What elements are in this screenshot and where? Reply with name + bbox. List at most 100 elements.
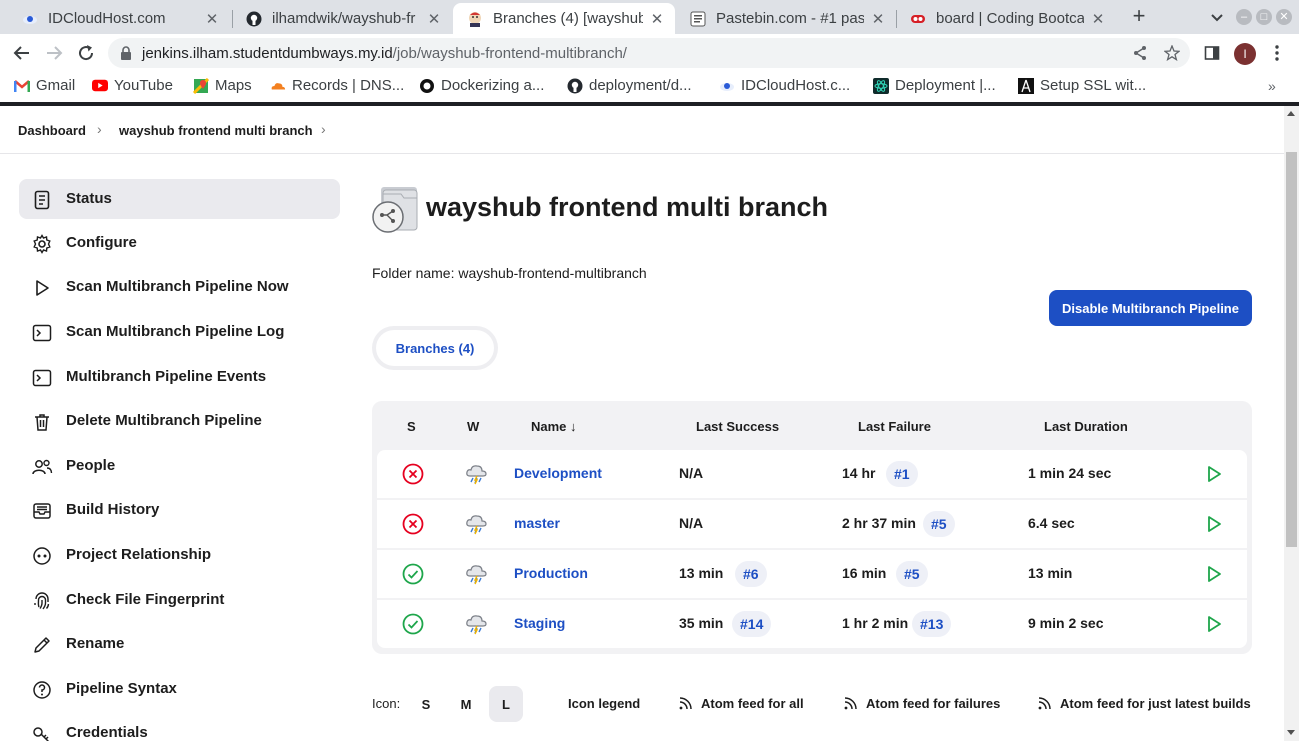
duration-value: 13 min [1028, 565, 1073, 581]
tab-title: IDCloudHost.com [48, 10, 166, 27]
branch-link[interactable]: master [514, 515, 560, 531]
sidebar-item-scan-now[interactable]: Scan Multibranch Pipeline Now [19, 267, 340, 307]
branch-link[interactable]: Development [514, 465, 602, 481]
icon-legend-link[interactable]: Icon legend [568, 696, 640, 711]
reload-icon[interactable] [76, 43, 96, 63]
bookmarks-overflow-button[interactable]: » [1268, 78, 1276, 94]
new-tab-button[interactable]: + [1128, 5, 1150, 28]
build-number-link[interactable]: #5 [896, 561, 928, 587]
lock-icon[interactable] [120, 46, 132, 65]
sidebar-item-status[interactable]: Status [19, 179, 340, 219]
sidebar-item-build-history[interactable]: Build History [19, 490, 340, 530]
bookmark-idcloudhost[interactable]: IDCloudHost.c... [719, 77, 850, 94]
github-icon [246, 11, 262, 27]
page-scrollbar[interactable] [1284, 106, 1299, 741]
back-arrow-icon[interactable] [12, 43, 32, 63]
last-success-value: 13 min [679, 565, 724, 581]
breadcrumb-separator[interactable]: › [321, 121, 326, 137]
scroll-down-arrow[interactable] [1287, 730, 1295, 735]
bookmark-deployment-react[interactable]: Deployment |... [873, 77, 996, 94]
build-number-link[interactable]: #14 [732, 611, 772, 637]
sidebar-item-scan-log[interactable]: Scan Multibranch Pipeline Log [19, 312, 340, 352]
column-header-name[interactable]: Name ↓ [531, 419, 577, 434]
column-header-weather[interactable]: W [467, 419, 479, 434]
build-number-link[interactable]: #1 [886, 461, 918, 487]
branch-link[interactable]: Staging [514, 615, 565, 631]
bookmark-gmail[interactable]: Gmail [14, 77, 75, 94]
last-failure-value: 16 min [842, 565, 887, 581]
sidebar-item-fingerprint[interactable]: Check File Fingerprint [19, 580, 340, 620]
atom-feed-latest-link[interactable]: Atom feed for just latest builds [1037, 696, 1251, 711]
tab-search-icon[interactable] [1208, 8, 1226, 26]
bookmark-star-icon[interactable] [1163, 44, 1181, 62]
browser-tab-pastebin[interactable]: Pastebin.com - #1 past ✕ [676, 3, 896, 34]
close-tab-icon[interactable]: ✕ [1090, 10, 1106, 28]
browser-tab-dumbways[interactable]: board | Coding Bootcar ✕ [896, 3, 1116, 34]
sidebar-item-label: Rename [66, 635, 125, 652]
branch-link[interactable]: Production [514, 565, 588, 581]
sidebar-item-project-relationship[interactable]: Project Relationship [19, 535, 340, 575]
breadcrumb-dashboard[interactable]: Dashboard [18, 123, 86, 138]
sidebar-item-label: Build History [66, 501, 160, 518]
column-header-last-duration[interactable]: Last Duration [1044, 419, 1128, 434]
icon-size-large-button[interactable]: L [489, 686, 523, 722]
bookmark-dockerizing[interactable]: Dockerizing a... [419, 77, 544, 94]
close-window-button[interactable]: ✕ [1276, 9, 1292, 25]
inbox-icon [31, 500, 53, 522]
close-tab-icon[interactable]: ✕ [870, 10, 886, 28]
sidebar-item-events[interactable]: Multibranch Pipeline Events [19, 357, 340, 397]
maximize-window-button[interactable]: □ [1256, 9, 1272, 25]
address-bar[interactable]: jenkins.ilham.studentdumbways.my.id/job/… [108, 38, 1190, 68]
atom-feed-all-link[interactable]: Atom feed for all [678, 696, 804, 711]
column-header-last-failure[interactable]: Last Failure [858, 419, 931, 434]
bookmark-deployment-github[interactable]: deployment/d... [567, 77, 692, 94]
more-menu-icon[interactable] [1267, 43, 1287, 63]
build-number-link[interactable]: #5 [923, 511, 955, 537]
scrollbar-thumb[interactable] [1286, 152, 1297, 547]
react-icon [873, 77, 889, 94]
help-icon [31, 679, 53, 701]
last-failure-value: 14 hr [842, 465, 876, 481]
schedule-build-play-icon[interactable] [1204, 514, 1224, 534]
rss-icon [679, 697, 692, 710]
scroll-up-arrow[interactable] [1287, 111, 1295, 116]
bookmark-cloudflare[interactable]: Records | DNS... [270, 77, 404, 94]
sidebar-item-rename[interactable]: Rename [19, 624, 340, 664]
schedule-build-play-icon[interactable] [1204, 614, 1224, 634]
close-tab-icon[interactable]: ✕ [649, 10, 665, 28]
sidebar-item-label: Check File Fingerprint [66, 591, 225, 608]
browser-tab-github[interactable]: ilhamdwik/wayshub-fr ✕ [232, 3, 452, 34]
build-number-link[interactable]: #13 [912, 611, 952, 637]
browser-tab-jenkins[interactable]: Branches (4) [wayshub ✕ [453, 3, 675, 34]
disable-pipeline-button[interactable]: Disable Multibranch Pipeline [1049, 290, 1252, 326]
column-header-status[interactable]: S [407, 419, 416, 434]
close-tab-icon[interactable]: ✕ [426, 10, 442, 28]
sidebar-item-pipeline-syntax[interactable]: Pipeline Syntax [19, 669, 340, 709]
tab-branches[interactable]: Branches (4) [376, 330, 494, 366]
schedule-build-play-icon[interactable] [1204, 464, 1224, 484]
icon-size-small-button[interactable]: S [409, 686, 443, 722]
sidebar-item-people[interactable]: People [19, 446, 340, 486]
share-icon[interactable] [1132, 45, 1148, 61]
bookmark-maps[interactable]: Maps [193, 77, 252, 94]
bookmark-setup-ssl[interactable]: Setup SSL wit... [1018, 77, 1146, 94]
close-tab-icon[interactable]: ✕ [204, 10, 220, 28]
bookmark-youtube[interactable]: YouTube [92, 77, 173, 94]
browser-tab-idcloudhost[interactable]: IDCloudHost.com ✕ [8, 3, 230, 34]
icon-size-medium-button[interactable]: M [449, 686, 483, 722]
column-header-last-success[interactable]: Last Success [696, 419, 779, 434]
sidebar-item-delete[interactable]: Delete Multibranch Pipeline [19, 401, 340, 441]
sidebar-item-configure[interactable]: Configure [19, 223, 340, 263]
sidebar-item-credentials[interactable]: Credentials [19, 713, 340, 741]
schedule-build-play-icon[interactable] [1204, 564, 1224, 584]
forward-arrow-icon[interactable] [44, 43, 64, 63]
icon-size-label: Icon: [372, 696, 401, 711]
atom-feed-failures-link[interactable]: Atom feed for failures [843, 696, 1000, 711]
table-row: Production 13 min #6 16 min #5 13 min [377, 550, 1247, 598]
side-panel-icon[interactable] [1202, 43, 1222, 63]
profile-avatar[interactable]: I [1234, 43, 1256, 65]
breadcrumb-separator: › [97, 121, 102, 137]
breadcrumb-job[interactable]: wayshub frontend multi branch [119, 123, 313, 138]
minimize-window-button[interactable]: – [1236, 9, 1252, 25]
build-number-link[interactable]: #6 [735, 561, 767, 587]
